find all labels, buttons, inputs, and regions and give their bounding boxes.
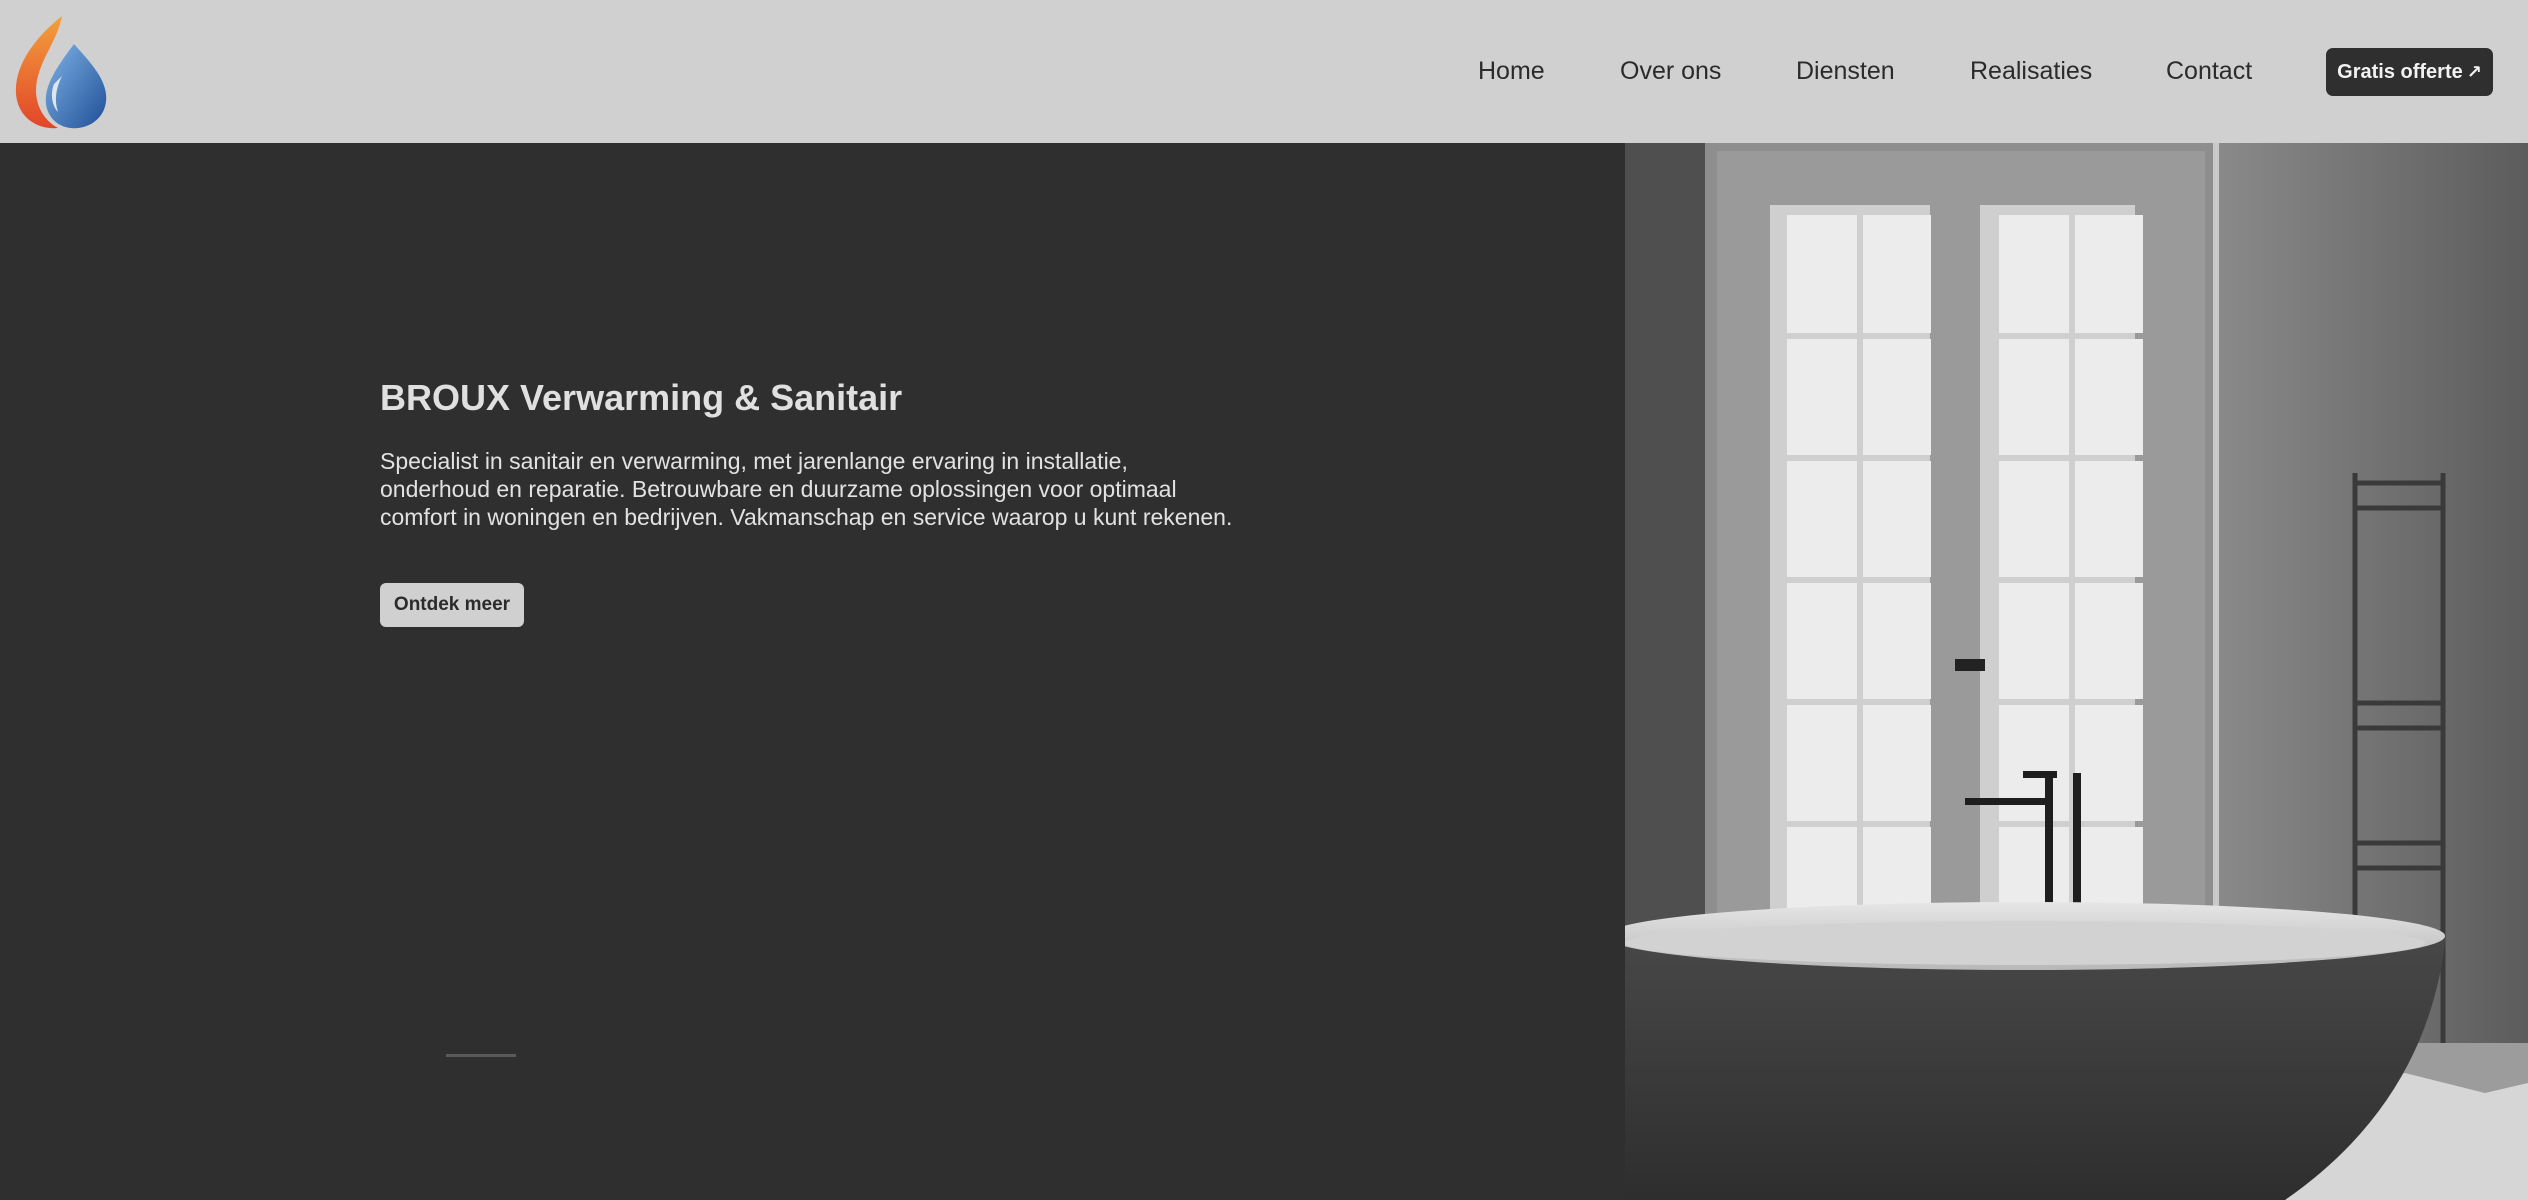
bathroom-hero-image xyxy=(1625,143,2528,1200)
discover-more-button[interactable]: Ontdek meer xyxy=(380,583,524,627)
flame-water-drop-icon[interactable] xyxy=(12,14,108,130)
nav-item-realisaties[interactable]: Realisaties xyxy=(1970,55,2092,87)
nav-item-diensten[interactable]: Diensten xyxy=(1796,55,1895,87)
nav-item-home[interactable]: Home xyxy=(1478,55,1545,87)
hero-title: BROUX Verwarming & Sanitair xyxy=(380,377,903,418)
hero-description: Specialist in sanitair en verwarming, me… xyxy=(380,448,1233,530)
nav-item-over-ons[interactable]: Over ons xyxy=(1620,55,1721,87)
free-quote-button[interactable]: Gratis offerte ↗ xyxy=(2326,48,2493,96)
arrow-up-right-icon: ↗ xyxy=(2466,62,2482,82)
free-quote-label: Gratis offerte xyxy=(2337,61,2463,83)
hero-section xyxy=(0,143,1625,1200)
nav-item-contact[interactable]: Contact xyxy=(2166,55,2252,87)
scroll-indicator xyxy=(446,1054,516,1057)
site-header: Home Over ons Diensten Realisaties Conta… xyxy=(0,0,2528,143)
